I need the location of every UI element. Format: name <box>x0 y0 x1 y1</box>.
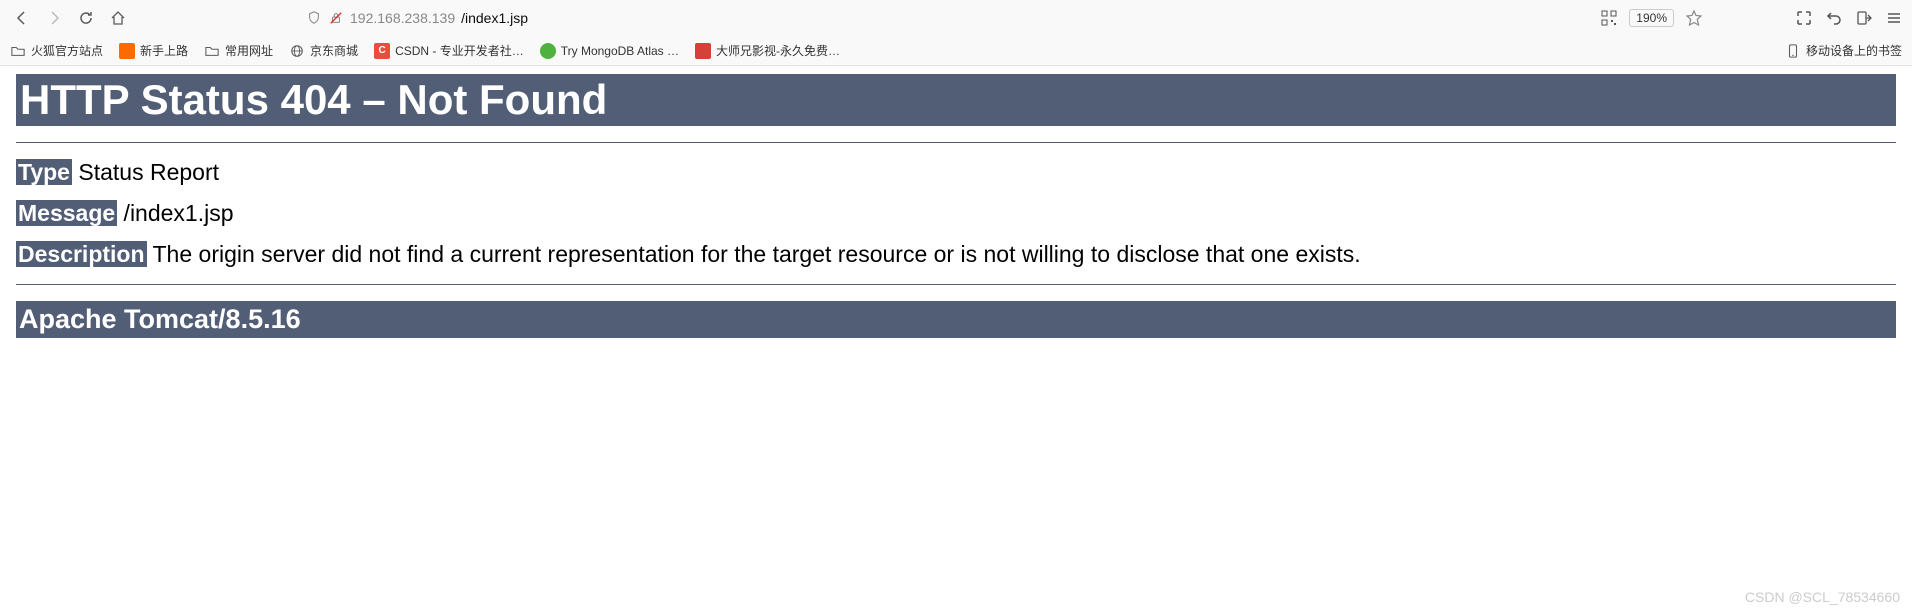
bookmark-newbie[interactable]: 新手上路 <box>119 42 188 59</box>
error-type-label: Type <box>16 159 72 185</box>
error-description-label: Description <box>16 241 147 267</box>
screenshot-icon[interactable] <box>1794 8 1814 28</box>
shield-icon <box>306 10 322 26</box>
bookmark-label: Try MongoDB Atlas … <box>561 44 679 58</box>
bookmark-star-icon[interactable] <box>1684 8 1704 28</box>
toolbar-right: 190% <box>1599 8 1904 28</box>
error-type-value: Status Report <box>72 159 219 185</box>
bookmark-label: 常用网址 <box>225 42 273 59</box>
bookmark-jd[interactable]: 京东商城 <box>289 42 358 59</box>
bookmark-mongodb[interactable]: Try MongoDB Atlas … <box>540 43 679 59</box>
bookmark-label: CSDN - 专业开发者社… <box>395 42 524 59</box>
favicon-icon: C <box>374 43 390 59</box>
reload-button[interactable] <box>72 4 100 32</box>
favicon-icon <box>540 43 556 59</box>
bookmarks-bar: 火狐官方站点 新手上路 常用网址 京东商城 C CSDN - 专业开发者社… T… <box>0 36 1912 66</box>
browser-toolbar: 192.168.238.139/index1.jsp 190% <box>0 0 1912 36</box>
undo-icon[interactable] <box>1824 8 1844 28</box>
divider <box>16 284 1896 285</box>
send-tab-icon[interactable] <box>1854 8 1874 28</box>
error-type-line: Type Status Report <box>16 159 1896 186</box>
watermark: CSDN @SCL_78534660 <box>1745 589 1900 605</box>
error-heading: HTTP Status 404 – Not Found <box>16 74 1896 126</box>
bookmark-label: 火狐官方站点 <box>31 42 103 59</box>
favicon-icon <box>119 43 135 59</box>
qr-icon[interactable] <box>1599 8 1619 28</box>
favicon-icon <box>695 43 711 59</box>
bookmark-label: 京东商城 <box>310 42 358 59</box>
server-info: Apache Tomcat/8.5.16 <box>16 301 1896 338</box>
mobile-icon <box>1785 43 1801 59</box>
bookmark-mobile[interactable]: 移动设备上的书签 <box>1785 42 1902 59</box>
error-description-value: The origin server did not find a current… <box>147 241 1361 267</box>
bookmark-firefox-official[interactable]: 火狐官方站点 <box>10 42 103 59</box>
bookmark-label: 移动设备上的书签 <box>1806 42 1902 59</box>
folder-icon <box>10 43 26 59</box>
forward-button[interactable] <box>40 4 68 32</box>
bookmark-label: 新手上路 <box>140 42 188 59</box>
error-message-label: Message <box>16 200 117 226</box>
lock-insecure-icon <box>328 10 344 26</box>
bookmark-common[interactable]: 常用网址 <box>204 42 273 59</box>
divider <box>16 142 1896 143</box>
globe-icon <box>289 43 305 59</box>
page-content: HTTP Status 404 – Not Found Type Status … <box>0 66 1912 346</box>
url-bar[interactable]: 192.168.238.139/index1.jsp <box>306 3 1445 33</box>
error-description-line: Description The origin server did not fi… <box>16 241 1896 268</box>
url-path: /index1.jsp <box>461 10 528 26</box>
folder-icon <box>204 43 220 59</box>
url-host: 192.168.238.139 <box>350 10 455 26</box>
bookmark-label: 大师兄影视-永久免费… <box>716 42 840 59</box>
error-message-line: Message /index1.jsp <box>16 200 1896 227</box>
error-message-value: /index1.jsp <box>117 200 233 226</box>
zoom-level[interactable]: 190% <box>1629 9 1674 27</box>
home-button[interactable] <box>104 4 132 32</box>
bookmark-dashixiong[interactable]: 大师兄影视-永久免费… <box>695 42 840 59</box>
back-button[interactable] <box>8 4 36 32</box>
bookmark-csdn[interactable]: C CSDN - 专业开发者社… <box>374 42 524 59</box>
menu-icon[interactable] <box>1884 8 1904 28</box>
